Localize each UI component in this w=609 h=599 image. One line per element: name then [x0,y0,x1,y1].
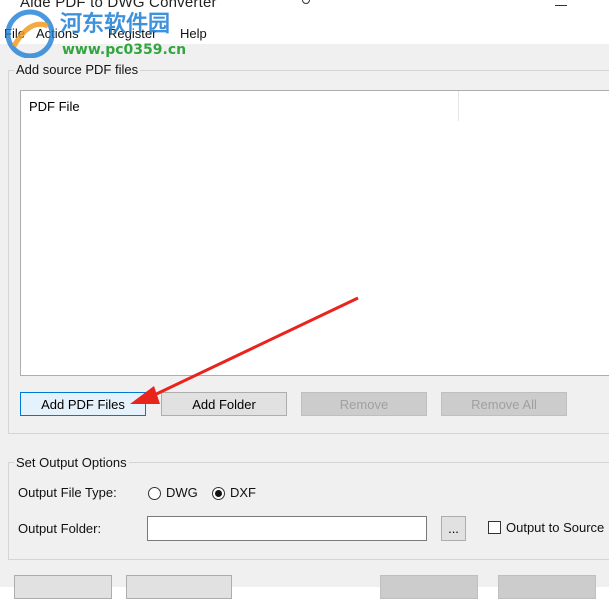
annotation-arrow-icon [130,296,359,404]
